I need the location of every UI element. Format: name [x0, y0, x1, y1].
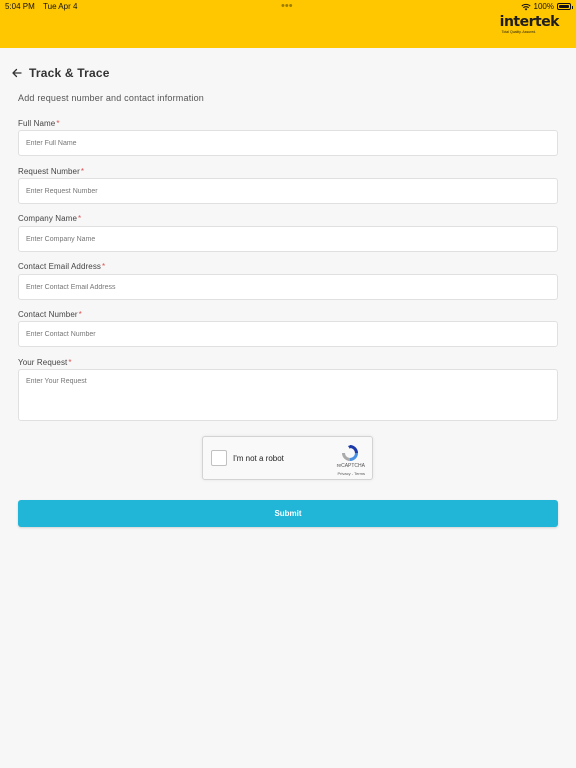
- contact-number-label-text: Contact Number: [18, 310, 78, 319]
- your-request-textarea[interactable]: [18, 369, 558, 421]
- page-subtitle: Add request number and contact informati…: [18, 93, 205, 103]
- company-name-input[interactable]: [18, 226, 558, 252]
- multitask-dots[interactable]: •••: [281, 0, 293, 12]
- status-clock: 5:04 PM: [5, 2, 35, 11]
- brand-name: intertek: [499, 14, 560, 30]
- required-mark: *: [56, 119, 60, 128]
- required-mark: *: [78, 214, 82, 223]
- required-mark: *: [78, 310, 82, 319]
- brand-tagline: Total Quality. Assured.: [501, 30, 537, 34]
- required-mark: *: [68, 358, 72, 367]
- intertek-logo: intertek Total Quality. Assured.: [499, 14, 560, 34]
- wifi-icon: [520, 3, 531, 10]
- contact-email-input[interactable]: [18, 274, 558, 300]
- your-request-label: Your Request*: [18, 358, 72, 367]
- contact-number-input[interactable]: [18, 321, 558, 347]
- full-name-input[interactable]: [18, 130, 558, 156]
- app-header: 5:04 PM Tue Apr 4 ••• 100% intertek Tota…: [0, 0, 576, 48]
- company-name-label: Company Name*: [18, 214, 81, 223]
- status-date: Tue Apr 4: [43, 2, 78, 11]
- status-time: 5:04 PM Tue Apr 4: [5, 2, 77, 11]
- battery-icon: [557, 3, 573, 10]
- recaptcha-label: I'm not a robot: [233, 454, 284, 463]
- full-name-label-text: Full Name: [18, 119, 56, 128]
- your-request-label-text: Your Request: [18, 358, 68, 367]
- recaptcha-logo-icon: [342, 445, 358, 461]
- request-number-input[interactable]: [18, 178, 558, 204]
- battery-percent: 100%: [533, 2, 554, 11]
- back-arrow-icon[interactable]: [11, 67, 23, 79]
- contact-email-label-text: Contact Email Address: [18, 262, 102, 271]
- contact-number-label: Contact Number*: [18, 310, 82, 319]
- page-title: Track & Trace: [29, 66, 110, 80]
- full-name-label: Full Name*: [18, 119, 60, 128]
- required-mark: *: [102, 262, 106, 271]
- recaptcha-brand: reCAPTCHA: [336, 463, 365, 469]
- required-mark: *: [80, 167, 85, 176]
- submit-button[interactable]: Submit: [18, 500, 558, 527]
- status-indicators: 100%: [520, 2, 573, 11]
- recaptcha-privacy-terms-link[interactable]: Privacy - Terms: [338, 471, 365, 476]
- page-title-row: Track & Trace: [11, 66, 110, 80]
- request-number-label: Request Number*: [18, 167, 84, 176]
- request-number-label-text: Request Number: [18, 167, 80, 176]
- company-name-label-text: Company Name: [18, 214, 78, 223]
- contact-email-label: Contact Email Address*: [18, 262, 105, 271]
- recaptcha-checkbox[interactable]: [211, 450, 227, 466]
- battery-fill: [559, 5, 569, 8]
- recaptcha-widget: I'm not a robot reCAPTCHA Privacy - Term…: [202, 436, 373, 480]
